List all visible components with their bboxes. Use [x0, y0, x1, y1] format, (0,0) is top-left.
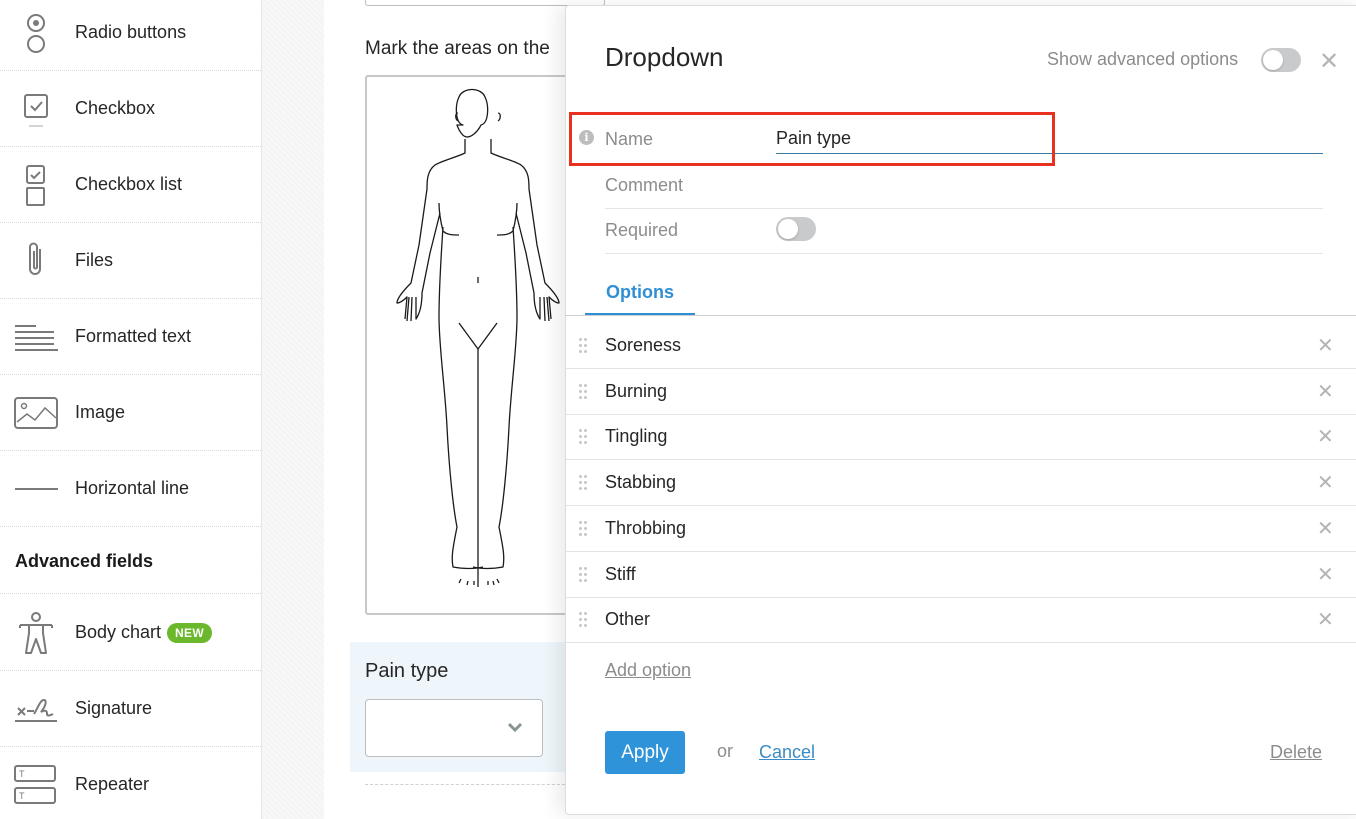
sidebar-item-body-chart[interactable]: Body chart NEW — [0, 595, 261, 671]
show-advanced-options-toggle[interactable] — [1261, 48, 1301, 72]
required-toggle[interactable] — [776, 217, 816, 241]
advanced-fields-heading: Advanced fields — [15, 551, 154, 571]
field-palette-sidebar: Radio buttons Checkbox Checkbox list Fil… — [0, 0, 262, 819]
drag-handle-icon[interactable] — [579, 612, 589, 628]
name-input[interactable] — [776, 124, 1323, 154]
toggle-knob — [778, 219, 798, 239]
delete-link[interactable]: Delete — [1270, 742, 1322, 763]
name-label: Name — [605, 129, 654, 149]
svg-text:T: T — [19, 791, 25, 801]
drag-handle-icon[interactable] — [579, 383, 589, 400]
option-row[interactable]: Throbbing ✕ — [565, 506, 1356, 552]
sidebar-item-repeater[interactable]: TT Repeater — [0, 747, 261, 819]
divider — [565, 315, 1356, 316]
drag-handle-icon[interactable] — [579, 520, 589, 537]
show-advanced-options-label: Show advanced options — [1047, 49, 1239, 69]
sidebar-item-checkbox-list[interactable]: Checkbox list — [0, 147, 261, 223]
sidebar-item-label: Formatted text — [75, 326, 192, 346]
remove-option-icon[interactable]: ✕ — [1317, 516, 1334, 541]
body-chart-question: Mark the areas on the — [365, 38, 550, 59]
sidebar-item-label: Body chart NEW — [75, 622, 212, 643]
option-row[interactable]: Other ✕ — [565, 597, 1356, 644]
canvas-background — [262, 0, 324, 819]
sidebar-item-label: Image — [75, 402, 126, 422]
option-label[interactable]: Other — [605, 609, 650, 630]
drag-handle-icon[interactable] — [579, 338, 589, 354]
divider — [0, 593, 261, 594]
new-badge: NEW — [167, 622, 212, 643]
option-row[interactable]: Tingling ✕ — [565, 414, 1356, 461]
sidebar-item-label: Horizontal line — [75, 478, 190, 498]
drag-handle-icon[interactable] — [579, 475, 589, 491]
sidebar-item-text: Body chart — [75, 622, 162, 642]
info-icon[interactable]: i — [579, 130, 594, 145]
remove-option-icon[interactable]: ✕ — [1317, 607, 1334, 632]
divider — [605, 253, 1323, 254]
image-icon — [14, 391, 58, 435]
remove-option-icon[interactable]: ✕ — [1317, 379, 1334, 404]
drag-handle-icon[interactable] — [579, 566, 589, 583]
dialog-title: Dropdown — [605, 42, 724, 72]
option-label[interactable]: Burning — [605, 381, 667, 402]
sidebar-item-label: Checkbox — [75, 98, 156, 118]
cancel-link[interactable]: Cancel — [759, 742, 815, 763]
divider — [605, 208, 1323, 209]
comment-label: Comment — [605, 175, 684, 195]
sidebar-item-label: Files — [75, 250, 114, 270]
chevron-down-icon — [506, 718, 524, 741]
option-label[interactable]: Tingling — [605, 426, 667, 447]
option-row[interactable]: Burning ✕ — [565, 369, 1356, 415]
option-label[interactable]: Stabbing — [605, 472, 676, 493]
toggle-knob — [1263, 50, 1283, 70]
signature-icon — [14, 687, 58, 731]
option-row[interactable]: Soreness ✕ — [565, 323, 1356, 369]
svg-text:T: T — [19, 769, 25, 779]
checkbox-list-icon — [14, 163, 58, 207]
sidebar-item-files[interactable]: Files — [0, 223, 261, 299]
required-label: Required — [605, 220, 679, 240]
add-option-link[interactable]: Add option — [605, 660, 691, 681]
or-text: or — [717, 741, 734, 761]
remove-option-icon[interactable]: ✕ — [1317, 470, 1334, 495]
divider — [365, 784, 575, 785]
sidebar-item-radio-buttons[interactable]: Radio buttons — [0, 0, 261, 71]
formatted-text-icon — [14, 315, 58, 359]
option-row[interactable]: Stiff ✕ — [565, 552, 1356, 598]
pain-type-dropdown-preview[interactable] — [365, 699, 543, 757]
sidebar-item-signature[interactable]: Signature — [0, 671, 261, 747]
option-label[interactable]: Stiff — [605, 564, 636, 585]
sidebar-item-formatted-text[interactable]: Formatted text — [0, 299, 261, 375]
remove-option-icon[interactable]: ✕ — [1317, 424, 1334, 449]
close-icon[interactable]: ✕ — [1319, 50, 1339, 74]
sidebar-item-checkbox[interactable]: Checkbox — [0, 71, 261, 147]
pain-type-field-label: Pain type — [365, 660, 449, 682]
repeater-icon: TT — [14, 763, 58, 807]
sidebar-item-image[interactable]: Image — [0, 375, 261, 451]
sidebar-item-horizontal-line[interactable]: Horizontal line — [0, 451, 261, 527]
remove-option-icon[interactable]: ✕ — [1317, 562, 1334, 587]
sidebar-item-label: Radio buttons — [75, 22, 187, 42]
checkbox-icon — [14, 87, 58, 131]
sidebar-item-label: Signature — [75, 698, 153, 718]
apply-button[interactable]: Apply — [605, 731, 685, 774]
paperclip-icon — [14, 239, 58, 283]
option-label[interactable]: Throbbing — [605, 518, 686, 539]
radio-buttons-icon — [14, 11, 58, 55]
drag-handle-icon[interactable] — [579, 429, 589, 445]
tab-options[interactable]: Options — [585, 276, 695, 316]
body-chart-icon — [14, 611, 58, 655]
remove-option-icon[interactable]: ✕ — [1317, 333, 1334, 358]
option-label[interactable]: Soreness — [605, 335, 681, 356]
sidebar-item-label: Checkbox list — [75, 174, 183, 194]
horizontal-line-icon — [14, 467, 58, 511]
sidebar-item-label: Repeater — [75, 774, 150, 794]
option-row[interactable]: Stabbing ✕ — [565, 460, 1356, 507]
